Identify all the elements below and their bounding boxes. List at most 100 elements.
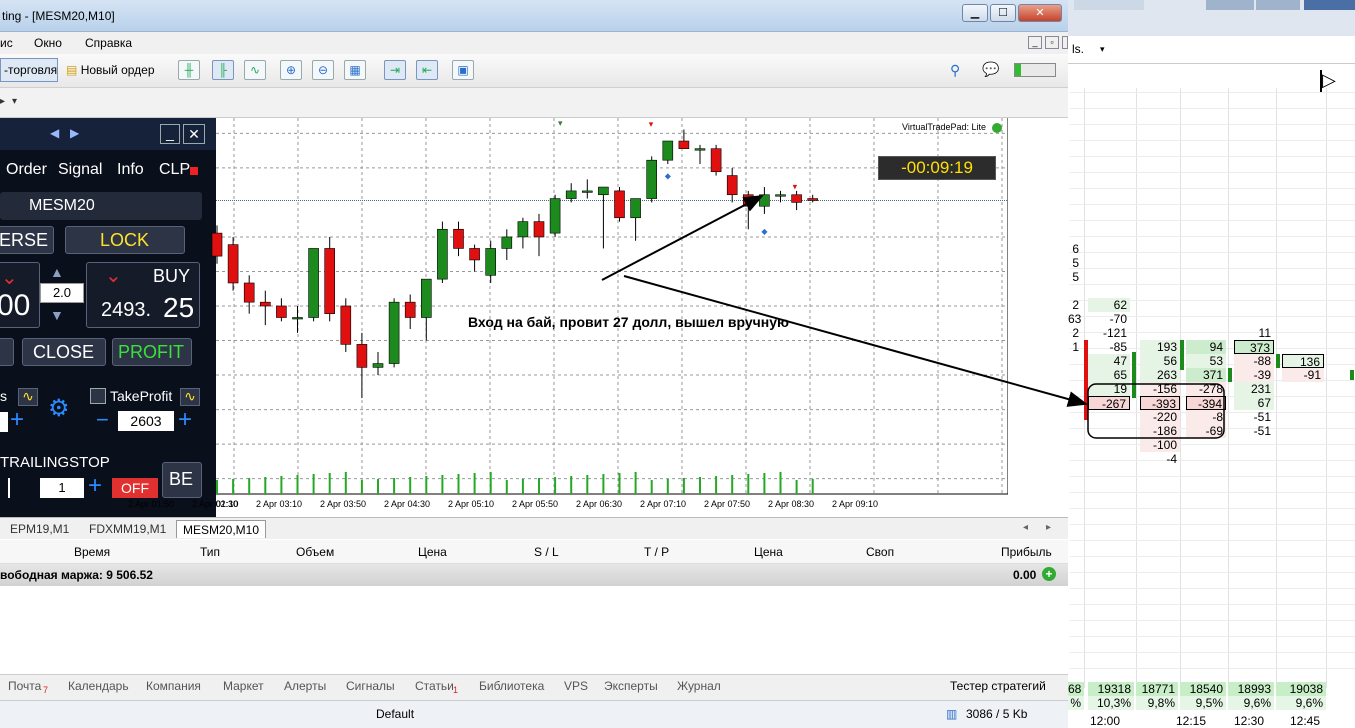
tab-strategy-tester[interactable]: Тестер стратегий [950,679,1046,693]
sheet-min-button[interactable] [1206,0,1254,10]
sheet-cell[interactable]: -8 [1186,410,1226,424]
sheet-cell[interactable]: -156 [1140,382,1180,396]
sheet-cell[interactable]: 53 [1186,354,1226,368]
sheet-cell[interactable]: -393 [1140,396,1180,411]
sheet-cell[interactable]: -51 [1234,410,1274,424]
sheet-cell[interactable]: -69 [1186,424,1226,438]
sheet-cell[interactable]: -70 [1088,312,1130,326]
sheet-cell[interactable]: 193 [1140,340,1180,354]
tabs-next-icon[interactable]: ▸ [1046,522,1051,533]
sheet-cell[interactable]: -220 [1140,410,1180,424]
col-price[interactable]: Цена [418,545,447,559]
candlestick-icon[interactable]: ╟ [212,60,234,80]
chart-shift-icon[interactable]: ⇤ [416,60,438,80]
sheet-close-button[interactable] [1304,0,1355,10]
tab-experts[interactable]: Эксперты [604,679,658,693]
tab-calendar[interactable]: Календарь [68,679,129,693]
bar-chart-icon[interactable]: ╫ [178,60,200,80]
search-icon[interactable]: ⚲ [950,62,960,79]
add-icon[interactable]: + [1042,567,1056,581]
chart-annotation: Вход на бай, провит 27 долл, вышел вручн… [468,314,789,330]
zoom-in-icon[interactable]: ⊕ [280,60,302,80]
sheet-cell[interactable]: 136 [1282,354,1324,369]
sheet-dropdown-arrow-icon[interactable]: ▾ [1100,44,1105,55]
sheet-cell[interactable]: -121 [1088,326,1130,340]
tab-vps[interactable]: VPS [564,679,588,693]
tab-articles[interactable]: Статьи [415,679,454,693]
templates-icon[interactable]: ▣ [452,60,474,80]
sheet-cell[interactable]: -278 [1186,382,1226,396]
sheet-cell[interactable]: 47 [1088,354,1130,368]
close-window-button[interactable]: ✕ [1018,4,1062,22]
sheet-cell[interactable]: -88 [1234,354,1274,368]
autotrading-button[interactable]: -торговля [0,58,58,82]
candle-body [565,190,577,199]
tab-company[interactable]: Компания [146,679,201,693]
sheet-cell[interactable]: -4 [1140,452,1180,466]
sheet-cell[interactable]: -85 [1088,340,1130,354]
tab-library[interactable]: Библиотека [479,679,544,693]
sheet-cell[interactable]: -51 [1234,424,1274,438]
col-swap[interactable]: Своп [866,545,894,559]
tab-fdxmm19[interactable]: FDXMM19,M1 [83,520,172,538]
col-time[interactable]: Время [74,545,110,559]
sheet-max-button[interactable] [1256,0,1300,10]
price-chart[interactable]: 2501.502497.002492.752488.002483.502479.… [128,118,1052,509]
menu-item-tools[interactable]: ис [0,36,13,50]
auto-scroll-icon[interactable]: ⇥ [384,60,406,80]
sheet-cell[interactable]: -91 [1282,368,1324,382]
sheet-dropdown[interactable]: ls. [1072,42,1084,56]
mail-count-badge: 7 [43,685,49,695]
sheet-cell[interactable]: 263 [1140,368,1180,382]
tab-mesm20[interactable]: MESM20,M10 [176,520,267,538]
new-order-button[interactable]: ▤ Новый ордер [62,58,164,82]
tab-journal[interactable]: Журнал [677,679,721,693]
countdown-timer: -00:09:19 [878,156,996,180]
sheet-cell[interactable]: 11 [1234,326,1274,340]
sheet-cell[interactable]: 94 [1186,340,1226,354]
candle-body [662,140,674,161]
menu-item-window[interactable]: Окно [34,36,62,50]
sheet-play-icon[interactable]: ▷ [1320,70,1340,92]
sheet-cell[interactable]: 62 [1088,298,1130,312]
col-volume[interactable]: Объем [296,545,334,559]
chevron-right-icon[interactable]: ▸ [0,96,5,107]
sheet-cell[interactable]: -186 [1140,424,1180,438]
line-chart-icon[interactable]: ∿ [244,60,266,80]
sheet-cell[interactable]: 65 [1088,368,1130,382]
child-restore-button[interactable]: ▫ [1045,36,1059,49]
tab-market[interactable]: Маркет [223,679,264,693]
minimize-button[interactable]: ▁ [962,4,988,22]
col-profit[interactable]: Прибыль [1001,545,1052,559]
maximize-button[interactable]: ☐ [990,4,1016,22]
sheet-cell[interactable]: -100 [1140,438,1180,452]
sheet-cell[interactable]: -394 [1186,396,1226,411]
child-minimize-button[interactable]: _ [1028,36,1042,49]
sheet-cell[interactable]: 67 [1234,396,1274,410]
tile-windows-icon[interactable]: ▦ [344,60,366,80]
profile-name[interactable]: Default [376,707,414,721]
chevron-down-icon[interactable]: ▾ [12,96,17,107]
col-price-current[interactable]: Цена [754,545,783,559]
tabs-prev-icon[interactable]: ◂ [1023,522,1028,533]
chat-icon[interactable]: 💬 [982,61,999,78]
candle-body [211,232,223,257]
sheet-cell[interactable]: 373 [1234,340,1274,355]
col-sl[interactable]: S / L [534,545,559,559]
zoom-out-icon[interactable]: ⊖ [312,60,334,80]
sheet-cell[interactable]: 56 [1140,354,1180,368]
sheet-cell[interactable]: 371 [1186,368,1226,382]
tab-signals[interactable]: Сигналы [346,679,395,693]
sheet-cell[interactable]: 19 [1088,382,1130,396]
col-type[interactable]: Тип [200,545,220,559]
sheet-cell[interactable]: -267 [1088,396,1130,411]
sheet-cell[interactable]: -39 [1234,368,1274,382]
sheet-volume-bar [1132,352,1136,398]
menu-item-help[interactable]: Справка [85,36,132,50]
tab-epm19[interactable]: EPM19,M1 [4,520,75,538]
sheet-cell[interactable]: 231 [1234,382,1274,396]
sheet-percent-cell: 9,6% [1228,696,1274,710]
tab-mail[interactable]: Почта [8,679,41,693]
col-tp[interactable]: T / P [644,545,669,559]
tab-alerts[interactable]: Алерты [284,679,326,693]
